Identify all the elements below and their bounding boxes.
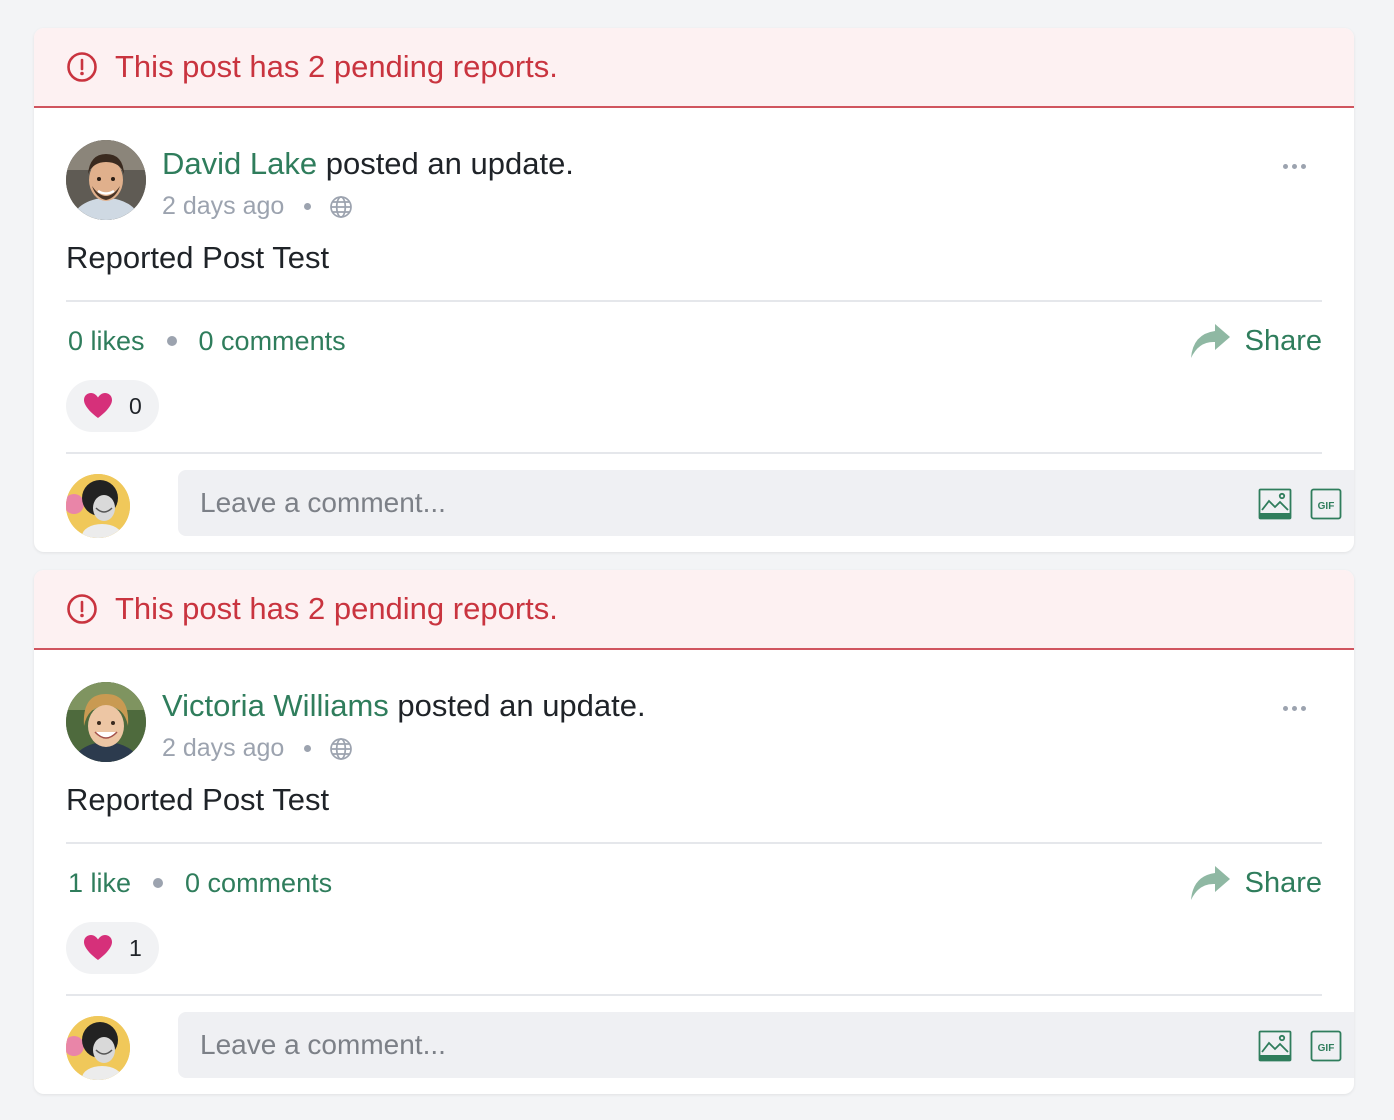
comments-count-link[interactable]: 0 comments <box>199 326 346 357</box>
current-user-avatar <box>66 474 130 538</box>
share-button[interactable]: Share <box>1189 322 1322 360</box>
globe-icon <box>329 737 353 761</box>
current-user-avatar <box>66 1016 130 1080</box>
alert-circle-icon <box>66 593 98 625</box>
more-options-button[interactable] <box>1283 706 1306 711</box>
stats-separator <box>153 878 164 888</box>
share-label: Share <box>1244 866 1322 899</box>
post-timestamp[interactable]: 2 days ago <box>162 192 284 221</box>
more-dot-icon <box>1301 164 1306 169</box>
image-upload-icon[interactable] <box>1258 1030 1292 1062</box>
post-content: Reported Post Test <box>66 782 330 817</box>
reaction-like-button[interactable]: 1 <box>66 922 159 974</box>
post-card: This post has 2 pending reports. <box>34 28 1354 552</box>
author-link[interactable]: David Lake <box>162 146 317 181</box>
share-icon <box>1189 864 1231 902</box>
image-upload-icon[interactable] <box>1258 488 1292 520</box>
post-content: Reported Post Test <box>66 240 330 275</box>
more-dot-icon <box>1283 164 1288 169</box>
stats-separator <box>166 336 177 346</box>
author-avatar[interactable] <box>66 140 146 220</box>
share-button[interactable]: Share <box>1189 864 1322 902</box>
alert-circle-icon <box>66 51 98 83</box>
activity-feed: This post has 2 pending reports. David L… <box>34 28 1354 1094</box>
likes-count-link[interactable]: 0 likes <box>68 326 145 357</box>
post-action-text: posted an update. <box>317 146 574 181</box>
post-action-text: posted an update. <box>388 688 646 723</box>
heart-icon <box>83 392 113 420</box>
report-banner-text: This post has 2 pending reports. <box>115 591 558 626</box>
gif-icon[interactable]: GIF <box>1310 488 1344 520</box>
report-banner: This post has 2 pending reports. <box>34 28 1354 108</box>
likes-count-link[interactable]: 1 like <box>68 868 131 899</box>
gif-icon[interactable]: GIF <box>1310 1030 1344 1062</box>
post-timestamp[interactable]: 2 days ago <box>162 734 284 763</box>
heart-icon <box>83 934 113 962</box>
post-card: This post has 2 pending reports. <box>34 570 1354 1094</box>
more-dot-icon <box>1283 706 1288 711</box>
more-dot-icon <box>1301 706 1306 711</box>
meta-separator <box>304 203 312 210</box>
reaction-count: 1 <box>129 934 142 961</box>
report-banner: This post has 2 pending reports. <box>34 570 1354 650</box>
more-dot-icon <box>1292 164 1297 169</box>
comment-box: GIF <box>178 1012 1354 1078</box>
comment-input[interactable] <box>200 487 1220 519</box>
comment-box: GIF <box>178 470 1354 536</box>
svg-text:GIF: GIF <box>1318 1043 1335 1054</box>
comment-input[interactable] <box>200 1029 1220 1061</box>
more-dot-icon <box>1292 706 1297 711</box>
report-banner-text: This post has 2 pending reports. <box>115 49 558 84</box>
author-link[interactable]: Victoria Williams <box>162 688 389 723</box>
meta-separator <box>304 745 312 752</box>
share-icon <box>1189 322 1231 360</box>
comments-count-link[interactable]: 0 comments <box>185 868 332 899</box>
svg-text:GIF: GIF <box>1318 501 1335 512</box>
share-label: Share <box>1244 324 1322 357</box>
more-options-button[interactable] <box>1283 164 1306 169</box>
reaction-like-button[interactable]: 0 <box>66 380 159 432</box>
reaction-count: 0 <box>129 392 142 419</box>
globe-icon <box>329 195 353 219</box>
author-avatar[interactable] <box>66 682 146 762</box>
